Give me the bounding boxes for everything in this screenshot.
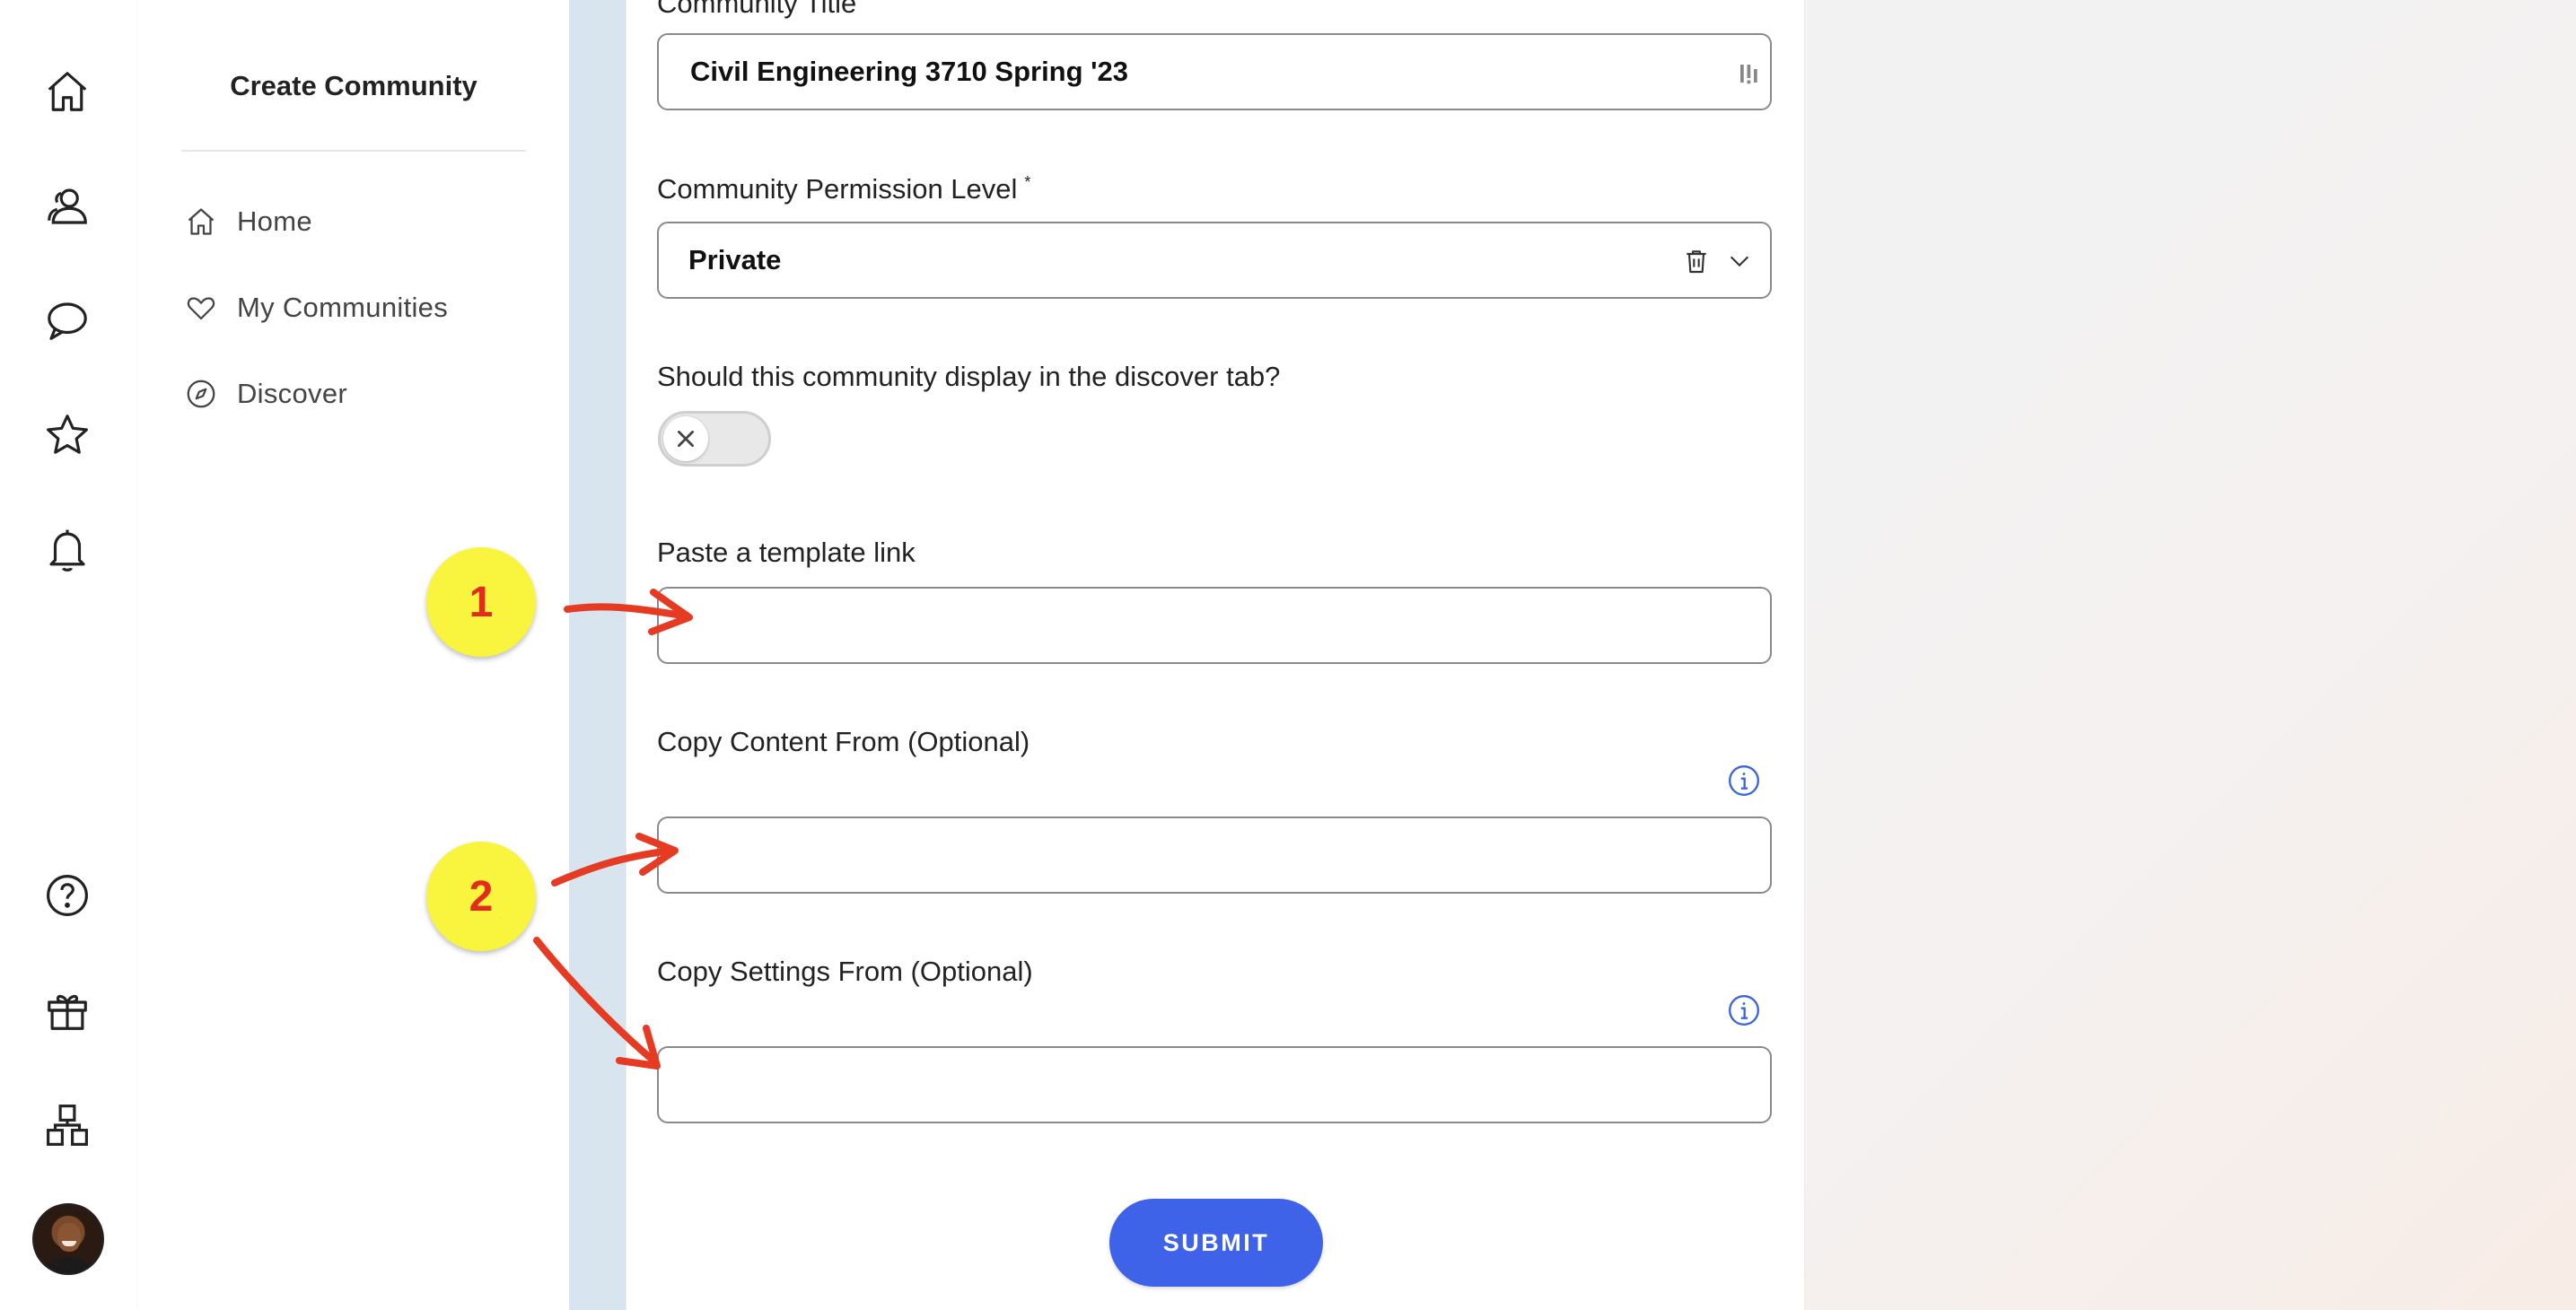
copy-content-label: Copy Content From (Optional) <box>657 726 1030 757</box>
annotation-badge-2: 2 <box>426 842 536 951</box>
icon-rail <box>0 0 136 1310</box>
compass-icon <box>187 380 215 408</box>
chevron-down-icon[interactable] <box>1727 249 1752 274</box>
copy-content-field[interactable] <box>657 817 1772 894</box>
info-icon[interactable] <box>1727 764 1761 798</box>
home-icon <box>188 208 215 235</box>
nav-item-home[interactable]: Home <box>185 198 312 245</box>
nav-item-my-communities[interactable]: My Communities <box>185 284 448 331</box>
copy-settings-label: Copy Settings From (Optional) <box>657 956 1033 987</box>
permission-level-select[interactable]: Private <box>657 222 1772 299</box>
template-link-field[interactable] <box>657 587 1772 664</box>
page-title: Create Community <box>230 70 478 101</box>
users-icon[interactable] <box>39 178 96 235</box>
password-manager-icon[interactable] <box>1736 60 1763 87</box>
page-gutter <box>569 0 626 1310</box>
home-icon[interactable] <box>39 63 96 120</box>
community-title-label: Community Title* <box>657 0 870 19</box>
discover-toggle[interactable] <box>658 411 771 467</box>
discover-toggle-label: Should this community display in the dis… <box>657 361 1281 392</box>
permission-level-value: Private <box>688 244 782 275</box>
community-title-field[interactable] <box>657 33 1772 110</box>
copy-settings-input[interactable] <box>688 1068 1715 1102</box>
help-icon[interactable] <box>39 867 96 924</box>
nav-item-discover[interactable]: Discover <box>185 371 347 417</box>
divider <box>181 150 526 152</box>
copy-settings-field[interactable] <box>657 1046 1772 1123</box>
nav-item-label: Discover <box>237 378 347 409</box>
info-icon[interactable] <box>1727 993 1761 1027</box>
apps-icon[interactable] <box>39 1096 96 1154</box>
template-link-input[interactable] <box>688 608 1715 642</box>
submit-button[interactable]: SUBMIT <box>1109 1199 1323 1287</box>
secondary-nav: Create Community Home My Communities Dis… <box>138 0 569 1310</box>
heart-icon <box>187 297 215 320</box>
avatar[interactable] <box>32 1203 104 1275</box>
toggle-knob <box>663 416 708 461</box>
page-background <box>1804 0 2576 1310</box>
nav-item-label: My Communities <box>237 292 449 323</box>
close-icon <box>678 431 694 447</box>
trash-icon[interactable] <box>1682 247 1711 275</box>
community-title-input[interactable] <box>688 55 1715 89</box>
bell-icon[interactable] <box>39 521 96 579</box>
permission-level-label: Community Permission Level * <box>657 173 1031 205</box>
star-icon[interactable] <box>39 406 96 464</box>
annotation-badge-1: 1 <box>426 547 536 657</box>
nav-item-label: Home <box>237 205 312 237</box>
gift-icon[interactable] <box>39 982 96 1039</box>
chat-icon[interactable] <box>39 292 96 349</box>
copy-content-input[interactable] <box>688 838 1715 872</box>
template-link-label: Paste a template link <box>657 537 916 568</box>
